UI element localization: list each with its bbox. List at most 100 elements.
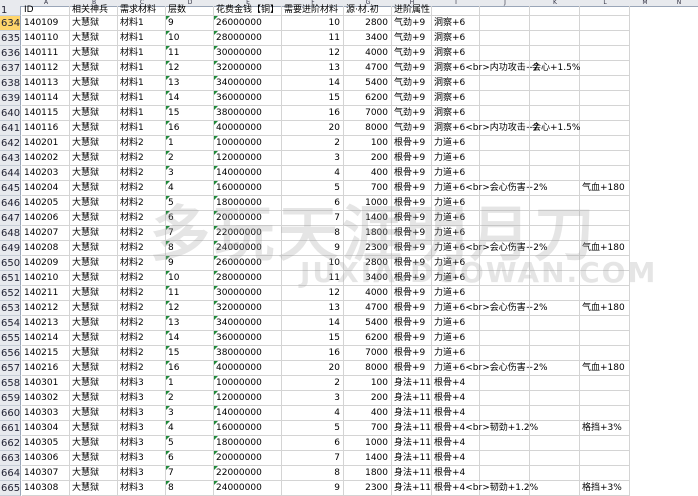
table-cell[interactable]: 5 xyxy=(166,436,214,451)
table-cell[interactable] xyxy=(530,31,580,46)
table-cell[interactable]: 大慧狱 xyxy=(70,406,118,421)
table-cell[interactable]: 大慧狱 xyxy=(70,376,118,391)
row-header[interactable]: 637 xyxy=(0,61,21,76)
table-cell[interactable]: 1000 xyxy=(344,436,392,451)
table-cell[interactable]: 11 xyxy=(282,271,344,286)
row-header[interactable]: 656 xyxy=(0,346,21,361)
table-cell[interactable]: 36000000 xyxy=(214,91,282,106)
table-cell[interactable]: 3 xyxy=(282,151,344,166)
table-cell[interactable] xyxy=(530,361,580,376)
table-cell[interactable]: 根骨+9 xyxy=(392,286,432,301)
table-cell[interactable] xyxy=(480,481,530,496)
table-cell[interactable]: 8 xyxy=(282,226,344,241)
table-cell[interactable]: 140304 xyxy=(22,421,70,436)
table-cell[interactable] xyxy=(480,166,530,181)
table-cell[interactable]: 8000 xyxy=(344,361,392,376)
table-cell[interactable]: 大慧狱 xyxy=(70,196,118,211)
table-cell[interactable] xyxy=(580,121,630,136)
table-cell[interactable]: 7 xyxy=(166,466,214,481)
table-cell[interactable]: 4700 xyxy=(344,301,392,316)
table-cell[interactable]: 140302 xyxy=(22,391,70,406)
table-cell[interactable]: 根骨+9 xyxy=(392,241,432,256)
table-cell[interactable]: 6 xyxy=(166,211,214,226)
table-cell[interactable] xyxy=(480,451,530,466)
spreadsheet-grid[interactable]: ABCDEFGHIJKLMN 1 ID 相关神兵 需求材料 层数 花费金钱【铜】 需要进阶材… xyxy=(0,0,698,496)
table-cell[interactable]: 身法+11 xyxy=(392,436,432,451)
table-cell[interactable] xyxy=(480,61,530,76)
table-cell[interactable]: 大慧狱 xyxy=(70,361,118,376)
table-cell[interactable]: 2 xyxy=(282,136,344,151)
table-cell[interactable] xyxy=(530,391,580,406)
table-cell[interactable]: 12 xyxy=(282,286,344,301)
table-cell[interactable]: 3 xyxy=(166,166,214,181)
table-cell[interactable] xyxy=(580,316,630,331)
table-cell[interactable]: 700 xyxy=(344,181,392,196)
table-cell[interactable] xyxy=(580,391,630,406)
table-cell[interactable]: 洞察+6 xyxy=(432,91,480,106)
table-cell[interactable]: 材料3 xyxy=(118,391,166,406)
table-cell[interactable]: 大慧狱 xyxy=(70,181,118,196)
table-cell[interactable] xyxy=(480,31,530,46)
table-cell[interactable]: 140115 xyxy=(22,106,70,121)
table-cell[interactable]: 16 xyxy=(282,106,344,121)
table-cell[interactable]: 大慧狱 xyxy=(70,391,118,406)
table-cell[interactable]: 根骨+4 xyxy=(432,376,480,391)
table-cell[interactable]: 4 xyxy=(282,406,344,421)
table-cell[interactable]: 1 xyxy=(166,136,214,151)
table-cell[interactable]: 22000000 xyxy=(214,226,282,241)
row-header[interactable]: 653 xyxy=(0,301,21,316)
table-cell[interactable]: 16 xyxy=(166,361,214,376)
table-cell[interactable] xyxy=(480,196,530,211)
table-cell[interactable] xyxy=(580,136,630,151)
table-cell[interactable] xyxy=(480,406,530,421)
table-cell[interactable]: 36000000 xyxy=(214,331,282,346)
table-cell[interactable]: 身法+11 xyxy=(392,481,432,496)
table-cell[interactable] xyxy=(530,346,580,361)
table-cell[interactable]: 26000000 xyxy=(214,16,282,31)
table-cell[interactable] xyxy=(530,226,580,241)
table-cell[interactable] xyxy=(580,376,630,391)
table-cell[interactable] xyxy=(530,91,580,106)
table-cell[interactable]: 3 xyxy=(166,406,214,421)
table-cell[interactable]: 根骨+9 xyxy=(392,331,432,346)
table-cell[interactable] xyxy=(530,331,580,346)
table-cell[interactable]: 材料2 xyxy=(118,256,166,271)
table-cell[interactable]: 4700 xyxy=(344,61,392,76)
table-cell[interactable]: 4 xyxy=(282,166,344,181)
table-cell[interactable] xyxy=(580,331,630,346)
table-cell[interactable]: 18000000 xyxy=(214,196,282,211)
table-cell[interactable]: 400 xyxy=(344,406,392,421)
table-cell[interactable] xyxy=(580,61,630,76)
table-cell[interactable]: 140111 xyxy=(22,46,70,61)
table-cell[interactable]: 13 xyxy=(282,61,344,76)
table-cell[interactable]: 8 xyxy=(166,241,214,256)
table-cell[interactable] xyxy=(530,421,580,436)
table-cell[interactable] xyxy=(530,466,580,481)
table-cell[interactable]: 2 xyxy=(166,391,214,406)
table-cell[interactable]: 16000000 xyxy=(214,421,282,436)
table-cell[interactable]: 材料3 xyxy=(118,436,166,451)
table-cell[interactable]: 140110 xyxy=(22,31,70,46)
table-cell[interactable]: 140212 xyxy=(22,301,70,316)
table-cell[interactable] xyxy=(580,436,630,451)
table-cell[interactable]: 8000 xyxy=(344,121,392,136)
table-cell[interactable]: 4 xyxy=(166,181,214,196)
table-cell[interactable]: 140209 xyxy=(22,256,70,271)
table-cell[interactable]: 材料2 xyxy=(118,226,166,241)
table-cell[interactable]: 根骨+4 xyxy=(432,406,480,421)
table-cell[interactable]: 4000 xyxy=(344,286,392,301)
row-header[interactable]: 645 xyxy=(0,181,21,196)
table-cell[interactable] xyxy=(480,376,530,391)
table-cell[interactable]: 大慧狱 xyxy=(70,301,118,316)
table-cell[interactable]: 气血+180 xyxy=(580,301,630,316)
table-cell[interactable]: 34000000 xyxy=(214,316,282,331)
table-cell[interactable]: 根骨+9 xyxy=(392,136,432,151)
table-cell[interactable]: 材料2 xyxy=(118,271,166,286)
table-cell[interactable]: 力道+6 xyxy=(432,226,480,241)
header-cell[interactable] xyxy=(580,6,630,16)
table-cell[interactable] xyxy=(480,466,530,481)
table-cell[interactable] xyxy=(580,31,630,46)
table-cell[interactable] xyxy=(480,241,530,256)
table-cell[interactable] xyxy=(530,286,580,301)
table-cell[interactable]: 根骨+4 xyxy=(432,436,480,451)
